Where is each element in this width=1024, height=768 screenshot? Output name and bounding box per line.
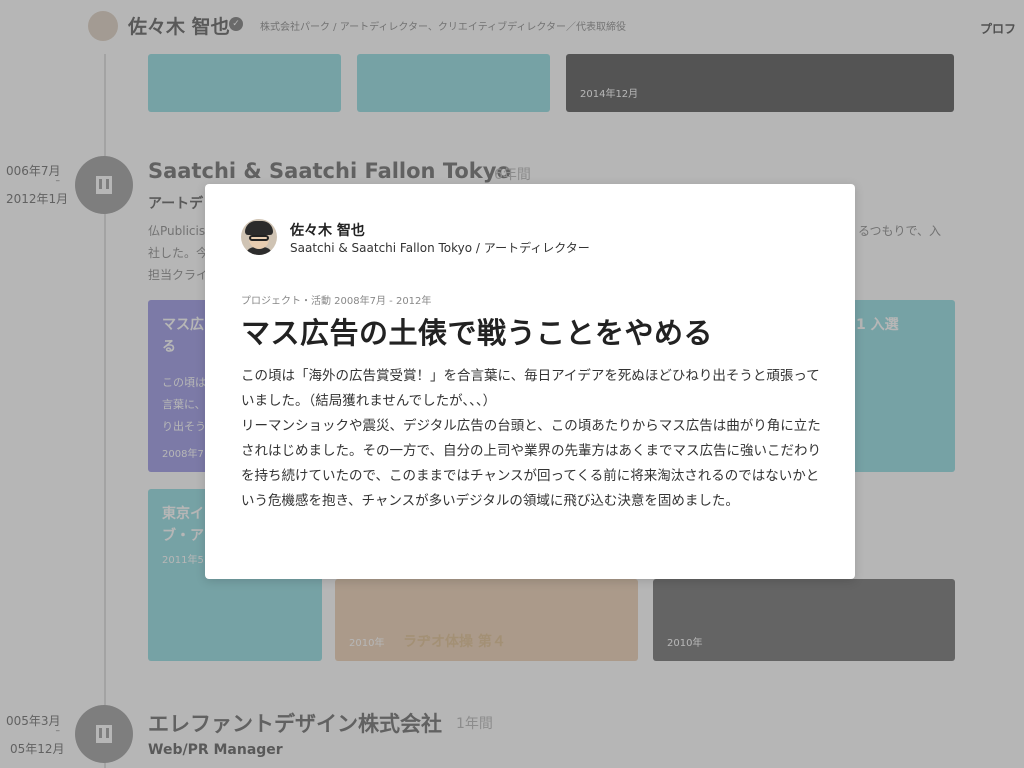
story-modal: 佐々木 智也 Saatchi & Saatchi Fallon Tokyo / … [205, 184, 855, 579]
author-position: Saatchi & Saatchi Fallon Tokyo / アートディレク… [290, 241, 590, 255]
story-category: プロジェクト・活動 2008年7月 - 2012年 [241, 296, 432, 307]
story-body: この頃は「海外の広告賞受賞！」を合言葉に、毎日アイデアを死ぬほどひねり出そうと頑… [241, 364, 825, 514]
story-title: マス広告の土俵で戦うことをやめる [241, 316, 714, 350]
story-paragraph-2: リーマンショックや震災、デジタル広告の台頭と、この頃あたりからマス広告は曲がり角… [241, 418, 821, 509]
author-avatar[interactable] [241, 219, 277, 255]
story-paragraph-1: この頃は「海外の広告賞受賞！」を合言葉に、毎日アイデアを死ぬほどひねり出そうと頑… [241, 368, 820, 409]
author-name[interactable]: 佐々木 智也 [290, 220, 365, 240]
